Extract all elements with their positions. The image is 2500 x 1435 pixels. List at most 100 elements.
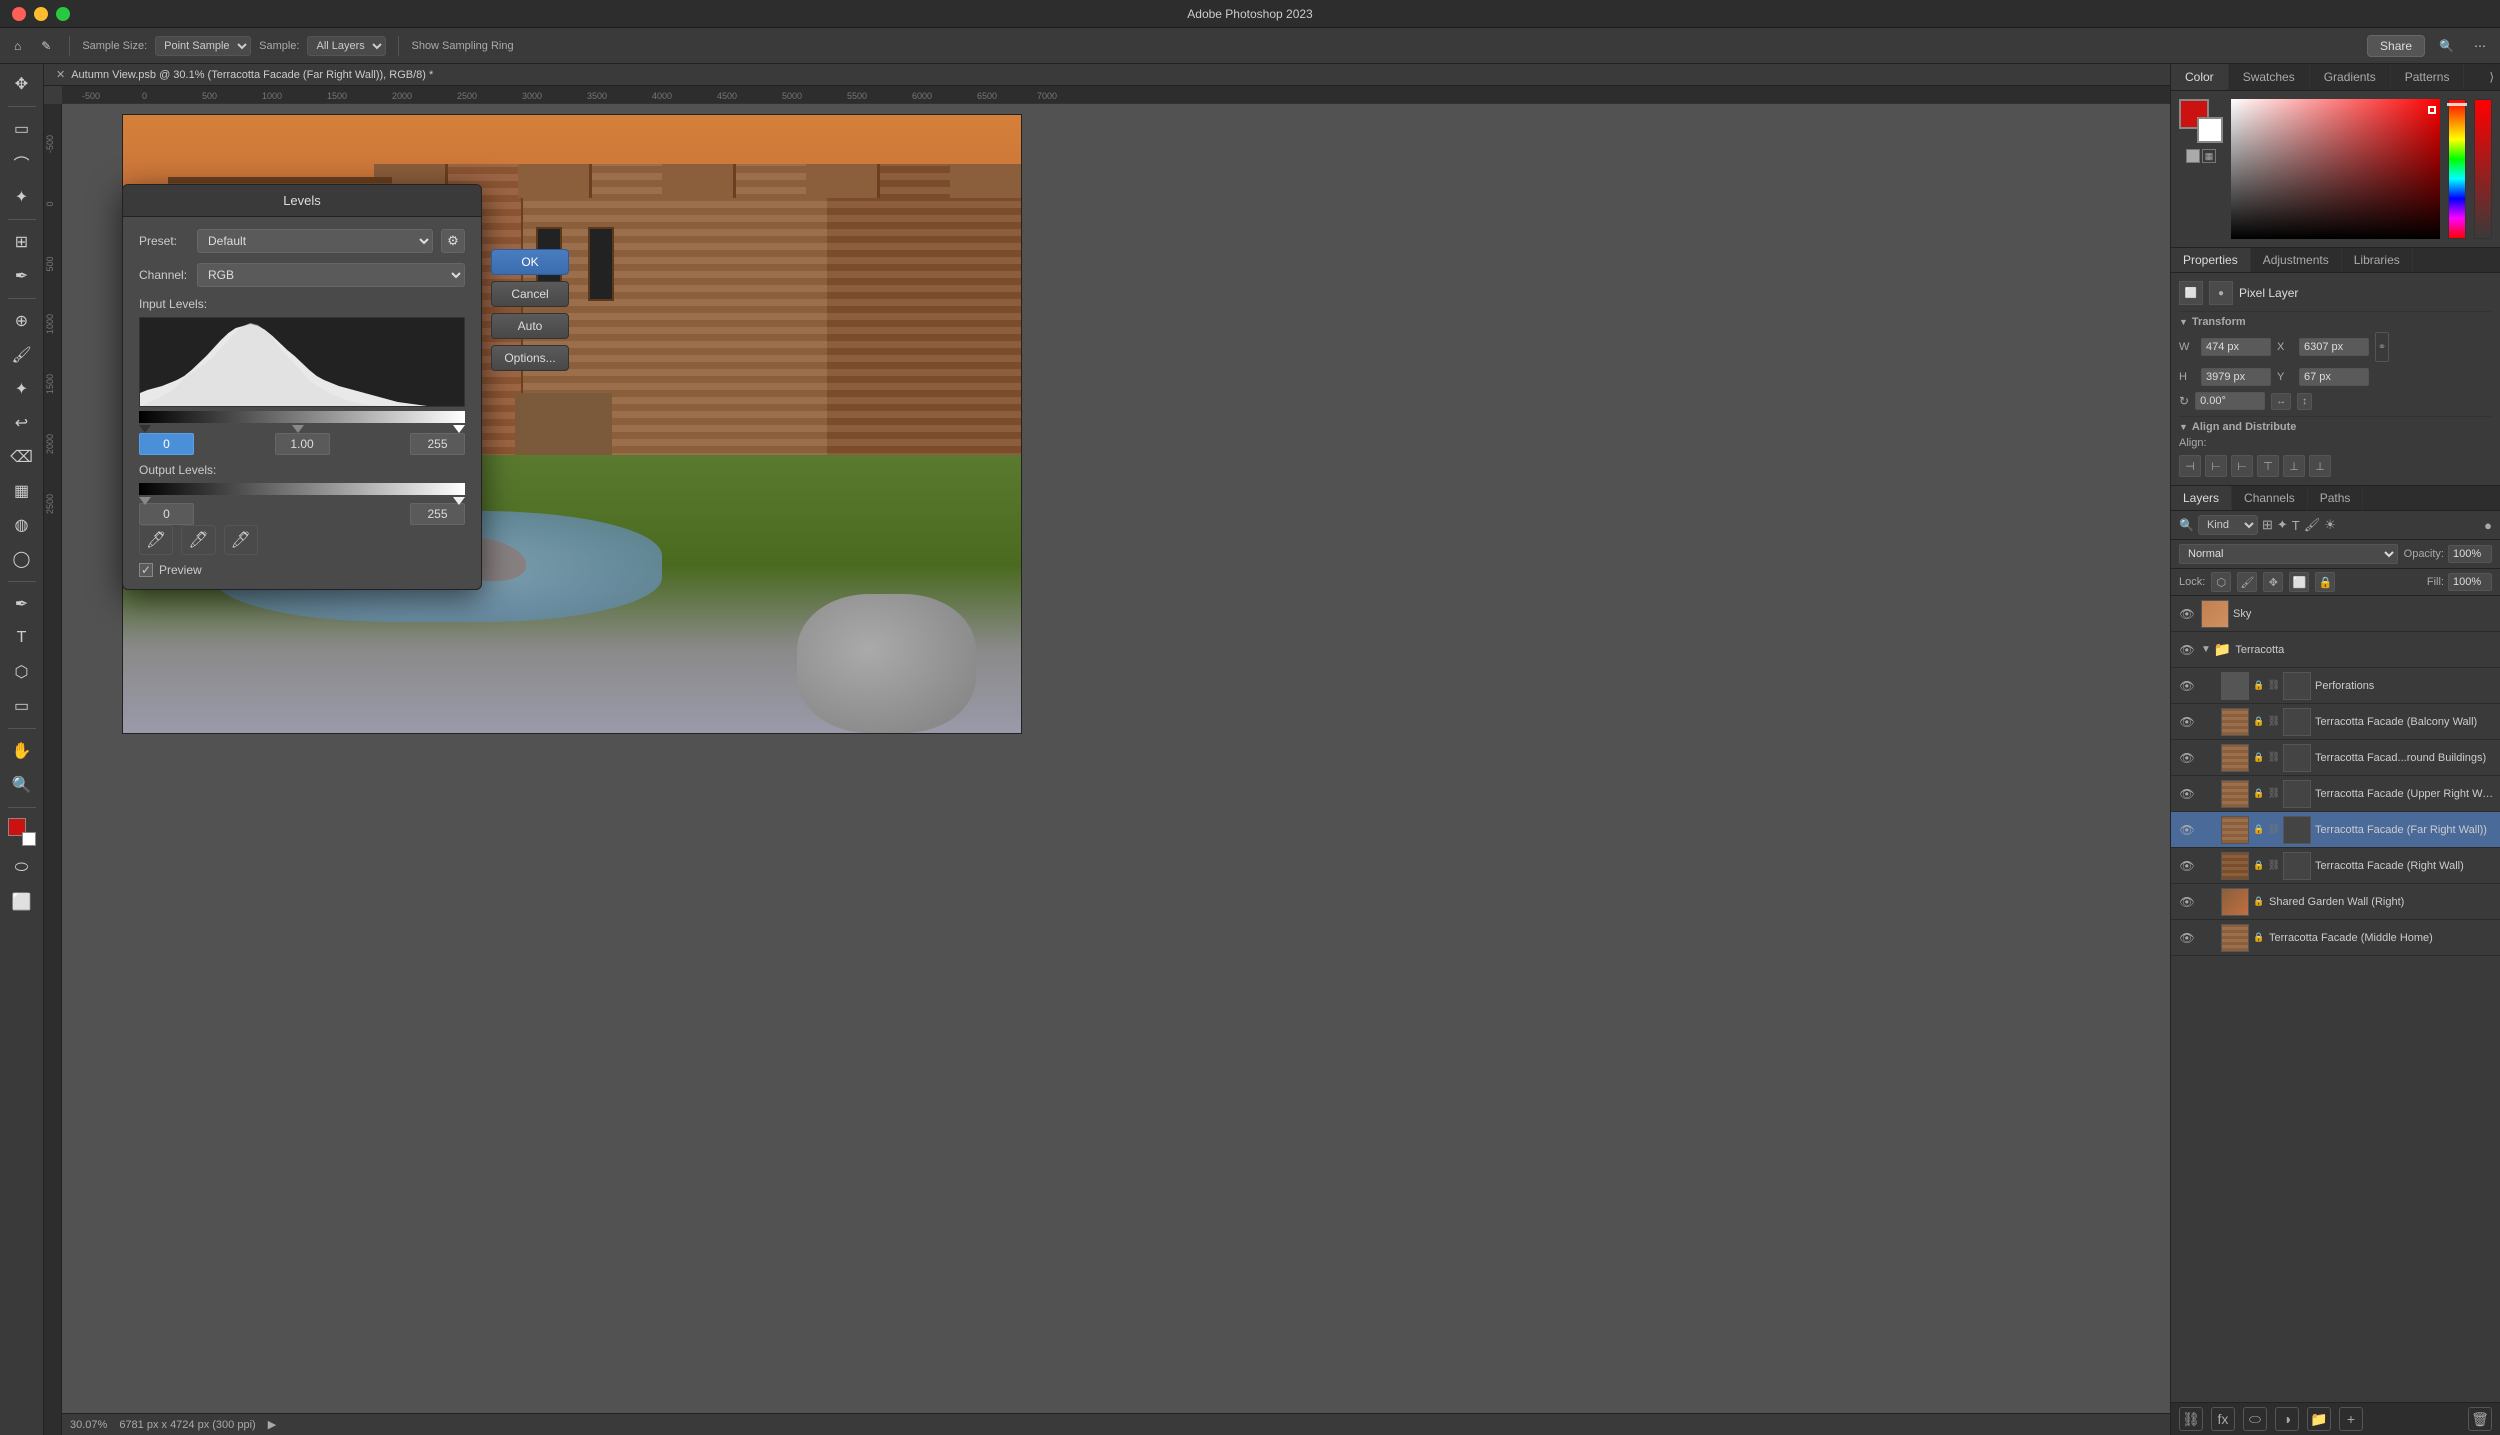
wh-link-button[interactable]: ⚭ — [2375, 332, 2389, 362]
pen-tool[interactable]: ✒ — [6, 588, 38, 620]
close-tab-icon[interactable]: ✕ — [56, 68, 65, 81]
flip-h-button[interactable]: ↔ — [2271, 393, 2291, 410]
black-eyedropper[interactable]: 🖊 — [139, 525, 173, 555]
path-tool[interactable]: ⬡ — [6, 656, 38, 688]
layer-visibility-toggle[interactable]: 👁 — [2177, 604, 2197, 624]
search-button[interactable]: 🔍 — [2433, 36, 2460, 56]
brush-tool[interactable]: 🖌 — [6, 339, 38, 371]
marquee-tool[interactable]: ▭ — [6, 113, 38, 145]
layer-visibility-toggle[interactable]: 👁 — [2177, 820, 2197, 840]
color-mode-1[interactable] — [2186, 149, 2200, 163]
new-group-btn[interactable]: 📁 — [2307, 1407, 2331, 1431]
wand-tool[interactable]: ✦ — [6, 181, 38, 213]
tab-color[interactable]: Color — [2171, 64, 2229, 90]
hand-tool[interactable]: ✋ — [6, 735, 38, 767]
tab-adjustments[interactable]: Adjustments — [2251, 248, 2342, 272]
output-min-field[interactable] — [139, 503, 194, 525]
layer-visibility-toggle[interactable]: 👁 — [2177, 856, 2197, 876]
tab-channels[interactable]: Channels — [2232, 486, 2308, 510]
fill-input[interactable] — [2448, 573, 2492, 591]
align-middle-v[interactable]: ⊥ — [2283, 455, 2305, 477]
output-max-field[interactable] — [410, 503, 465, 525]
x-input[interactable] — [2299, 338, 2369, 356]
input-slider-track[interactable] — [139, 411, 465, 423]
blur-tool[interactable]: ◍ — [6, 509, 38, 541]
cancel-button[interactable]: Cancel — [491, 281, 569, 307]
screen-mode[interactable]: ⬜ — [6, 886, 38, 918]
lock-all-btn[interactable]: 🔒 — [2315, 572, 2335, 592]
layer-item[interactable]: 👁 🔒 ⛓ Terracotta Facade (Far Right Wall)… — [2171, 812, 2500, 848]
layer-item[interactable]: 👁 Sky — [2171, 596, 2500, 632]
gradient-tool[interactable]: ▦ — [6, 475, 38, 507]
tab-paths[interactable]: Paths — [2308, 486, 2364, 510]
layer-item[interactable]: 👁 🔒 ⛓ Terracotta Facad...round Buildings… — [2171, 740, 2500, 776]
align-top[interactable]: ⊤ — [2257, 455, 2279, 477]
eyedropper-tool active[interactable]: ✒ — [6, 260, 38, 292]
filter-icon-1[interactable]: ⊞ — [2262, 517, 2273, 533]
group-arrow[interactable]: ▼ — [2201, 644, 2211, 655]
preset-select[interactable]: Default — [197, 229, 433, 253]
filter-icon-5[interactable]: ☀ — [2324, 517, 2336, 533]
input-max-field[interactable] — [410, 433, 465, 455]
layer-visibility-toggle[interactable]: 👁 — [2177, 892, 2197, 912]
tool-button[interactable]: ✎ — [35, 36, 57, 56]
preset-settings-button[interactable]: ⚙ — [441, 229, 465, 253]
tab-libraries[interactable]: Libraries — [2342, 248, 2413, 272]
transform-arrow[interactable]: ▼ — [2179, 317, 2188, 327]
lock-artboard-btn[interactable]: ⬜ — [2289, 572, 2309, 592]
output-slider-track[interactable] — [139, 483, 465, 495]
black-point-slider[interactable] — [139, 425, 151, 433]
tab-patterns[interactable]: Patterns — [2391, 64, 2465, 90]
tab-swatches[interactable]: Swatches — [2229, 64, 2310, 90]
close-button[interactable] — [12, 7, 26, 21]
h-input[interactable] — [2201, 368, 2271, 386]
stamp-tool[interactable]: ✦ — [6, 373, 38, 405]
layer-mask-btn[interactable]: ⬭ — [2243, 1407, 2267, 1431]
layer-visibility-toggle[interactable]: 👁 — [2177, 784, 2197, 804]
channel-select[interactable]: RGB — [197, 263, 465, 287]
white-point-slider[interactable] — [453, 425, 465, 433]
more-button[interactable]: ⋯ — [2468, 36, 2492, 56]
expand-icon[interactable]: ⟩ — [2489, 70, 2494, 84]
layer-item[interactable]: 👁 🔒 Shared Garden Wall (Right) — [2171, 884, 2500, 920]
shape-tool[interactable]: ▭ — [6, 690, 38, 722]
fg-bg-color-selector[interactable] — [8, 818, 36, 846]
sample-select[interactable]: All Layers — [307, 36, 386, 56]
filter-icon-4[interactable]: 🖌 — [2304, 517, 2321, 533]
background-swatch[interactable] — [2197, 117, 2223, 143]
output-black-slider[interactable] — [139, 497, 151, 505]
rotation-input[interactable] — [2195, 392, 2265, 410]
white-eyedropper[interactable]: 🖊 — [224, 525, 258, 555]
filter-icon-3[interactable]: T — [2292, 518, 2300, 533]
flip-v-button[interactable]: ↕ — [2297, 393, 2312, 410]
tab-gradients[interactable]: Gradients — [2310, 64, 2391, 90]
layer-visibility-toggle[interactable]: 👁 — [2177, 748, 2197, 768]
output-white-slider[interactable] — [453, 497, 465, 505]
blend-mode-select[interactable]: Normal — [2179, 544, 2398, 564]
layer-adj-btn[interactable]: ◑ — [2275, 1407, 2299, 1431]
ok-button[interactable]: OK — [491, 249, 569, 275]
layer-link-bottom-btn[interactable]: ⛓ — [2179, 1407, 2203, 1431]
layer-visibility-toggle[interactable]: 👁 — [2177, 640, 2197, 660]
text-tool[interactable]: T — [6, 622, 38, 654]
filter-toggle[interactable]: ● — [2484, 518, 2492, 533]
alpha-slider[interactable] — [2474, 99, 2492, 239]
quick-mask-toggle[interactable]: ⬭ — [6, 852, 38, 884]
layer-item[interactable]: 👁 ▼ 📁 Terracotta — [2171, 632, 2500, 668]
lock-transparent-btn[interactable]: ⬡ — [2211, 572, 2231, 592]
align-left[interactable]: ⊣ — [2179, 455, 2201, 477]
color-mode-2[interactable]: ▦ — [2202, 149, 2216, 163]
mid-point-slider[interactable] — [292, 425, 304, 433]
hue-slider[interactable] — [2448, 99, 2466, 239]
layer-visibility-toggle[interactable]: 👁 — [2177, 712, 2197, 732]
align-bottom[interactable]: ⊥ — [2309, 455, 2331, 477]
input-min-field[interactable] — [139, 433, 194, 455]
options-button[interactable]: Options... — [491, 345, 569, 371]
y-input[interactable] — [2299, 368, 2369, 386]
w-input[interactable] — [2201, 338, 2271, 356]
delete-layer-btn[interactable]: 🗑 — [2468, 1407, 2492, 1431]
input-mid-field[interactable] — [275, 433, 330, 455]
layer-item[interactable]: 👁 🔒 ⛓ Terracotta Facade (Upper Right Wal… — [2171, 776, 2500, 812]
layer-kind-select[interactable]: Kind — [2198, 515, 2258, 535]
color-gradient-picker[interactable] — [2231, 99, 2440, 239]
